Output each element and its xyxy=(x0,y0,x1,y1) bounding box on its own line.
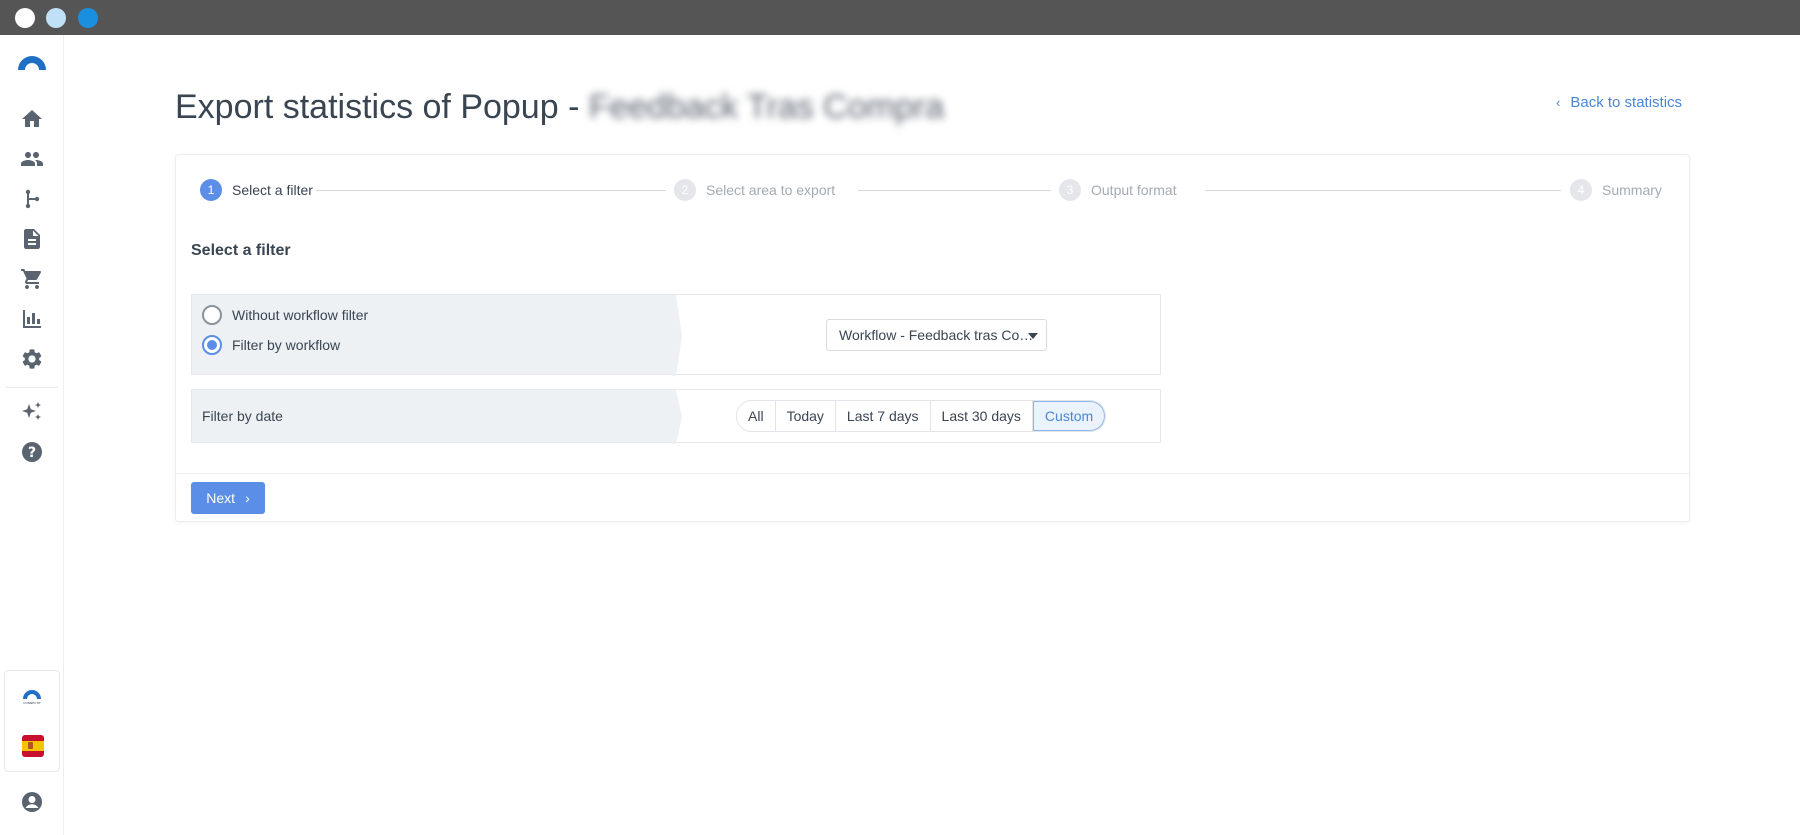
app-logo[interactable] xyxy=(16,53,48,71)
page-title: Export statistics of Popup - Feedback Tr… xyxy=(175,88,944,127)
home-icon[interactable] xyxy=(20,107,44,131)
brand-logo[interactable]: CONNECTIF xyxy=(17,687,47,705)
sidebar-divider xyxy=(6,387,58,388)
wizard-stepper: 1 Select a filter 2 Select area to expor… xyxy=(200,179,1662,203)
user-account-icon[interactable] xyxy=(20,790,44,814)
date-option-today[interactable]: Today xyxy=(775,401,836,431)
date-range-segmented-control: All Today Last 7 days Last 30 days Custo… xyxy=(736,400,1107,432)
caret-down-icon xyxy=(1028,333,1038,339)
page-title-blurred-name: Feedback Tras Compra xyxy=(588,88,945,126)
chevron-left-icon: ‹ xyxy=(1556,95,1561,110)
date-filter-row: Filter by date All Today Last 7 days Las… xyxy=(191,389,1161,444)
radio-label: Without workflow filter xyxy=(232,307,369,323)
sidebar: ? CONNECTIF xyxy=(0,35,64,835)
help-icon[interactable]: ? xyxy=(20,440,44,464)
step-number: 2 xyxy=(674,179,696,201)
step-connector xyxy=(1205,190,1561,191)
step-label: Select area to export xyxy=(706,182,836,198)
workflow-select[interactable]: Workflow - Feedback tras Co… xyxy=(826,319,1047,351)
radio-circle-checked[interactable] xyxy=(202,335,222,355)
radio-filter-by-workflow[interactable]: Filter by workflow xyxy=(202,335,340,355)
window-maximize-button[interactable] xyxy=(78,8,98,28)
next-button[interactable]: Next › xyxy=(191,482,265,514)
step-summary[interactable]: 4 Summary xyxy=(1570,179,1662,201)
svg-text:CONNECTIF: CONNECTIF xyxy=(23,701,41,705)
step-select-area[interactable]: 2 Select area to export xyxy=(674,179,835,201)
date-option-last-7-days[interactable]: Last 7 days xyxy=(835,401,931,431)
card-footer-divider xyxy=(176,473,1689,474)
step-label: Summary xyxy=(1602,182,1662,198)
workflow-icon[interactable] xyxy=(20,187,44,211)
step-connector xyxy=(316,190,666,191)
radio-circle[interactable] xyxy=(202,305,222,325)
next-button-label: Next xyxy=(206,490,236,506)
page-title-text: Export statistics of Popup - xyxy=(175,88,589,126)
workflow-select-value: Workflow - Feedback tras Co… xyxy=(839,327,1034,343)
workflow-filter-row: Without workflow filter Filter by workfl… xyxy=(191,294,1161,376)
svg-text:?: ? xyxy=(28,445,36,461)
step-number: 1 xyxy=(200,179,222,201)
brand-panel: CONNECTIF xyxy=(4,670,60,772)
date-option-all[interactable]: All xyxy=(737,401,776,431)
contacts-icon[interactable] xyxy=(20,147,44,171)
date-filter-label: Filter by date xyxy=(202,408,283,424)
export-wizard-card: 1 Select a filter 2 Select area to expor… xyxy=(175,154,1690,522)
radio-label: Filter by workflow xyxy=(232,337,341,353)
radio-without-workflow[interactable]: Without workflow filter xyxy=(202,305,368,325)
panel-arrow xyxy=(672,295,682,376)
sparkles-icon[interactable] xyxy=(20,400,44,424)
window-close-button[interactable] xyxy=(15,8,35,28)
date-option-custom[interactable]: Custom xyxy=(1032,401,1106,431)
section-title: Select a filter xyxy=(191,242,291,259)
panel-arrow xyxy=(672,390,682,444)
step-label: Select a filter xyxy=(232,182,313,198)
step-output-format[interactable]: 3 Output format xyxy=(1059,179,1177,201)
window-minimize-button[interactable] xyxy=(46,8,66,28)
back-link-label: Back to statistics xyxy=(1570,94,1683,111)
step-number: 4 xyxy=(1570,179,1592,201)
stats-icon[interactable] xyxy=(20,307,44,331)
step-label: Output format xyxy=(1091,182,1177,198)
date-option-last-30-days[interactable]: Last 30 days xyxy=(930,401,1033,431)
gear-icon[interactable] xyxy=(20,347,44,371)
step-number: 3 xyxy=(1059,179,1081,201)
step-connector xyxy=(858,190,1051,191)
spain-flag-icon[interactable] xyxy=(22,735,44,757)
back-to-statistics-link[interactable]: ‹ Back to statistics xyxy=(1556,94,1682,111)
chevron-right-icon: › xyxy=(245,490,250,506)
window-titlebar xyxy=(0,0,1800,35)
cart-icon[interactable] xyxy=(20,267,44,291)
step-select-filter[interactable]: 1 Select a filter xyxy=(200,179,313,201)
document-icon[interactable] xyxy=(20,227,44,251)
